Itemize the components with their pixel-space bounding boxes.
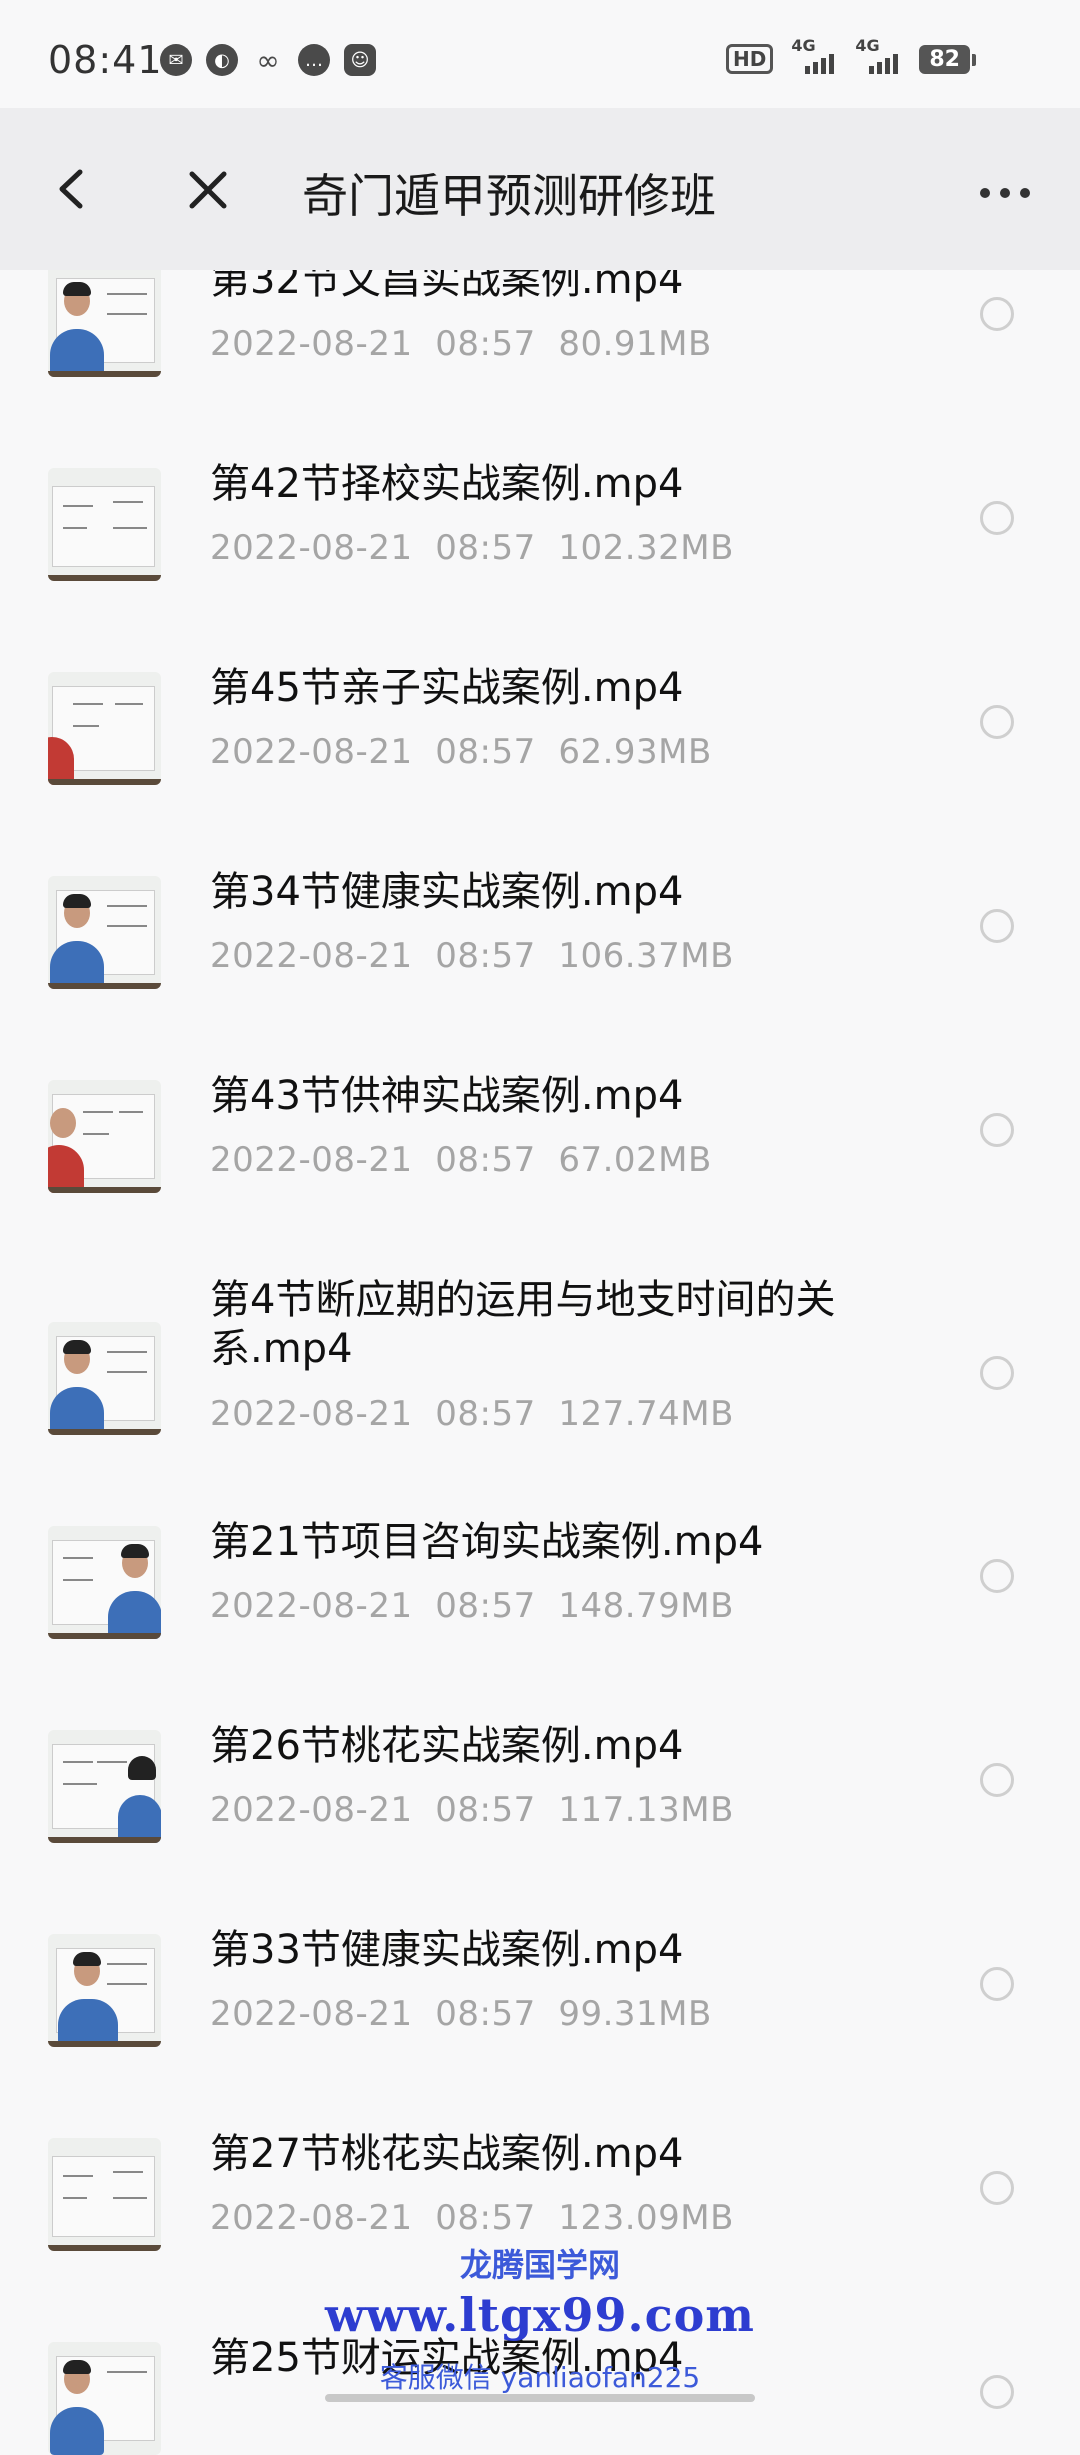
file-name: 第27节桃花实战案例.mp4 bbox=[210, 2131, 684, 2177]
file-name: 第26节桃花实战案例.mp4 bbox=[210, 1723, 684, 1769]
select-radio[interactable] bbox=[980, 1967, 1014, 2001]
hd-icon: HD bbox=[726, 44, 774, 74]
file-size: 67.02MB bbox=[558, 1140, 712, 1180]
watermark-url: www.ltgx99.com bbox=[325, 2288, 755, 2342]
select-radio[interactable] bbox=[980, 1356, 1014, 1390]
video-thumbnail bbox=[48, 468, 161, 581]
status-time: 08:41 bbox=[48, 38, 163, 82]
network-type-label-2: 4G bbox=[855, 36, 880, 55]
file-meta: 2022-08-21 08:57 123.09MB bbox=[210, 2198, 734, 2238]
file-time: 08:57 bbox=[435, 324, 536, 364]
file-meta: 2022-08-21 08:57 117.13MB bbox=[210, 1790, 734, 1830]
file-meta: 2022-08-21 08:57 106.37MB bbox=[210, 936, 734, 976]
file-name: 第21节项目咨询实战案例.mp4 bbox=[210, 1519, 764, 1565]
wechat-icon: ✉ bbox=[160, 44, 192, 76]
system-status: HD 4G 4G 82 bbox=[726, 36, 976, 74]
select-radio[interactable] bbox=[980, 2171, 1014, 2205]
file-size: 148.79MB bbox=[558, 1586, 734, 1626]
top-navigation-bar: 奇门遁甲预测研修班 bbox=[0, 108, 1080, 270]
file-size: 127.74MB bbox=[558, 1394, 734, 1434]
status-bar: 08:41 ✉ ◐ ∞ … ☺ HD 4G 4G 82 bbox=[0, 0, 1080, 108]
select-radio[interactable] bbox=[980, 1113, 1014, 1147]
watermark-site-name: 龙腾国学网 bbox=[459, 2246, 620, 2284]
file-date: 2022-08-21 bbox=[210, 936, 413, 976]
select-radio[interactable] bbox=[980, 705, 1014, 739]
link-icon: ∞ bbox=[256, 43, 280, 77]
more-options-icon[interactable] bbox=[980, 188, 1030, 198]
video-thumbnail bbox=[48, 876, 161, 989]
signal-icon: 4G bbox=[791, 36, 837, 74]
file-time: 08:57 bbox=[435, 1394, 536, 1434]
file-size: 123.09MB bbox=[558, 2198, 734, 2238]
file-time: 08:57 bbox=[435, 528, 536, 568]
file-date: 2022-08-21 bbox=[210, 732, 413, 772]
file-size: 62.93MB bbox=[558, 732, 712, 772]
file-size: 102.32MB bbox=[558, 528, 734, 568]
file-time: 08:57 bbox=[435, 732, 536, 772]
home-indicator[interactable] bbox=[325, 2394, 755, 2402]
app-icon: ☺ bbox=[344, 44, 376, 76]
file-date: 2022-08-21 bbox=[210, 1586, 413, 1626]
file-meta: 2022-08-21 08:57 62.93MB bbox=[210, 732, 712, 772]
file-time: 08:57 bbox=[435, 1994, 536, 2034]
file-name: 第43节供神实战案例.mp4 bbox=[210, 1073, 684, 1119]
file-meta: 2022-08-21 08:57 67.02MB bbox=[210, 1140, 712, 1180]
page-title: 奇门遁甲预测研修班 bbox=[302, 169, 716, 223]
network-type-label: 4G bbox=[791, 36, 816, 55]
file-date: 2022-08-21 bbox=[210, 324, 413, 364]
signal-icon-2: 4G bbox=[855, 36, 901, 74]
video-thumbnail bbox=[48, 1080, 161, 1193]
message-icon: … bbox=[298, 44, 330, 76]
file-size: 106.37MB bbox=[558, 936, 734, 976]
video-thumbnail bbox=[48, 2138, 161, 2251]
file-time: 08:57 bbox=[435, 1586, 536, 1626]
compass-icon: ◐ bbox=[206, 44, 238, 76]
file-name: 第42节择校实战案例.mp4 bbox=[210, 461, 684, 507]
select-radio[interactable] bbox=[980, 1763, 1014, 1797]
select-radio[interactable] bbox=[980, 909, 1014, 943]
file-date: 2022-08-21 bbox=[210, 1140, 413, 1180]
file-date: 2022-08-21 bbox=[210, 1994, 413, 2034]
video-thumbnail bbox=[48, 672, 161, 785]
select-radio[interactable] bbox=[980, 1559, 1014, 1593]
file-time: 08:57 bbox=[435, 2198, 536, 2238]
file-meta: 2022-08-21 08:57 80.91MB bbox=[210, 324, 712, 364]
file-meta: 2022-08-21 08:57 99.31MB bbox=[210, 1994, 712, 2034]
file-size: 99.31MB bbox=[558, 1994, 712, 2034]
video-thumbnail bbox=[48, 1322, 161, 1435]
close-icon[interactable] bbox=[186, 168, 230, 212]
watermark-contact: 客服微信 yanliaofan225 bbox=[379, 2361, 701, 2394]
file-date: 2022-08-21 bbox=[210, 1790, 413, 1830]
video-thumbnail bbox=[48, 264, 161, 377]
select-radio[interactable] bbox=[980, 297, 1014, 331]
file-name: 第4节断应期的运用与地支时间的关系.mp4 bbox=[210, 1277, 836, 1372]
file-meta: 2022-08-21 08:57 102.32MB bbox=[210, 528, 734, 568]
notification-icons: ✉ ◐ ∞ … ☺ bbox=[160, 43, 376, 77]
file-time: 08:57 bbox=[435, 1140, 536, 1180]
video-thumbnail bbox=[48, 1934, 161, 2047]
file-size: 80.91MB bbox=[558, 324, 712, 364]
select-radio[interactable] bbox=[980, 501, 1014, 535]
file-meta: 2022-08-21 08:57 148.79MB bbox=[210, 1586, 734, 1626]
file-meta: 2022-08-21 08:57 127.74MB bbox=[210, 1394, 734, 1434]
file-size: 117.13MB bbox=[558, 1790, 734, 1830]
battery-icon: 82 bbox=[919, 44, 976, 74]
file-date: 2022-08-21 bbox=[210, 2198, 413, 2238]
video-thumbnail bbox=[48, 1526, 161, 1639]
file-date: 2022-08-21 bbox=[210, 1394, 413, 1434]
file-time: 08:57 bbox=[435, 936, 536, 976]
file-name: 第34节健康实战案例.mp4 bbox=[210, 869, 684, 915]
file-time: 08:57 bbox=[435, 1790, 536, 1830]
file-name: 第33节健康实战案例.mp4 bbox=[210, 1927, 684, 1973]
video-thumbnail bbox=[48, 1730, 161, 1843]
file-name: 第45节亲子实战案例.mp4 bbox=[210, 665, 684, 711]
back-arrow-icon[interactable] bbox=[52, 166, 92, 212]
file-date: 2022-08-21 bbox=[210, 528, 413, 568]
